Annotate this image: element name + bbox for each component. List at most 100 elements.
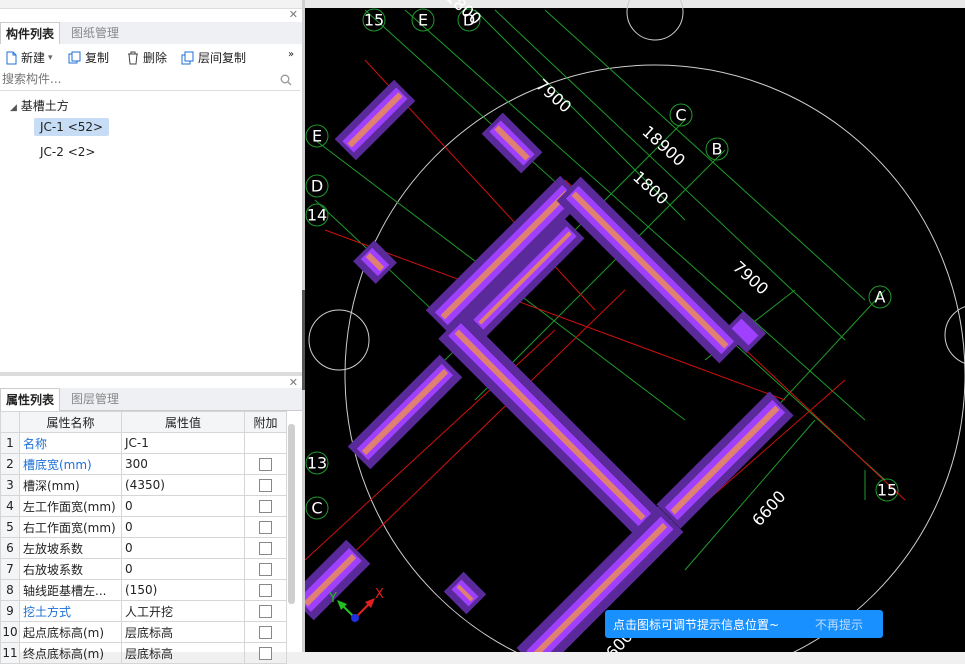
property-value[interactable]: 300	[121, 453, 245, 475]
axis-label-b: B	[712, 140, 723, 159]
axis-label-d-left: D	[311, 177, 323, 196]
property-name: 右放坡系数	[19, 558, 122, 580]
component-toolbar: 新建 ▾ 复制 删除 层间复制 »	[0, 44, 302, 70]
delete-button[interactable]: 删除	[126, 49, 167, 66]
property-value[interactable]: 0	[121, 516, 245, 538]
tab-property-list[interactable]: 属性列表	[0, 388, 61, 411]
new-button[interactable]: 新建 ▾	[4, 49, 53, 66]
panel-splitter[interactable]	[0, 372, 302, 376]
row-index: 11	[0, 642, 20, 664]
extra-cell	[244, 642, 287, 664]
copy-label: 复制	[85, 51, 110, 65]
search-icon[interactable]	[280, 74, 292, 86]
table-row[interactable]: 8 轴线距基槽左... (150)	[0, 579, 287, 601]
table-row[interactable]: 6 左放坡系数 0	[0, 537, 287, 559]
close-icon[interactable]: ✕	[289, 8, 298, 21]
extra-checkbox[interactable]	[259, 647, 272, 660]
extra-cell	[244, 516, 287, 538]
copy-button[interactable]: 复制	[68, 49, 109, 66]
table-row[interactable]: 11 终点底标高(m) 层底标高	[0, 642, 287, 664]
table-row[interactable]: 1 名称 JC-1	[0, 432, 287, 454]
property-name: 左放坡系数	[19, 537, 122, 559]
dimension-1800: 1800	[629, 167, 672, 208]
table-row[interactable]: 10 起点底标高(m) 层底标高	[0, 621, 287, 643]
row-index: 1	[0, 432, 20, 454]
axis-lines-red	[305, 59, 906, 601]
dimension-7900-top: 7900	[532, 75, 575, 116]
dimension-7900-right: 7900	[729, 257, 772, 298]
row-index: 7	[0, 558, 20, 580]
property-name: 轴线距基槽左...	[19, 579, 122, 601]
extra-cell	[244, 432, 287, 454]
component-tabs: 构件列表 图纸管理	[0, 22, 302, 45]
new-file-icon	[6, 51, 17, 64]
property-value[interactable]: 0	[121, 558, 245, 580]
extra-checkbox[interactable]	[259, 605, 272, 618]
dropdown-arrow-icon[interactable]: ▾	[48, 53, 53, 63]
table-row[interactable]: 9 挖土方式 人工开挖	[0, 600, 287, 622]
property-name: 槽深(mm)	[19, 474, 122, 496]
property-scrollbar[interactable]	[288, 424, 295, 604]
tree-item-jc1[interactable]: JC-1 <52>	[34, 118, 110, 136]
extra-cell	[244, 621, 287, 643]
search-input[interactable]	[0, 70, 274, 88]
tree-item-jc2[interactable]: JC-2 <2>	[40, 145, 95, 159]
tree-group[interactable]: ◢ 基槽土方	[10, 97, 69, 114]
property-value[interactable]: (4350)	[121, 474, 245, 496]
axis-label-15-top: 15	[364, 11, 384, 30]
triangle-down-icon[interactable]: ◢	[10, 103, 17, 113]
new-label: 新建	[21, 51, 46, 65]
left-panel: ✕ 构件列表 图纸管理 新建 ▾ 复制 删除 层间复制 » ◢	[0, 0, 302, 664]
property-name: 起点底标高(m)	[19, 621, 122, 643]
cad-canvas[interactable]: 15 E D C B A E D 14 13 C 15 7900 18900 1…	[305, 0, 965, 652]
trench-shapes	[305, 79, 794, 652]
property-tabs: 属性列表 图层管理	[0, 388, 302, 411]
property-value[interactable]: 0	[121, 537, 245, 559]
property-name: 左工作面宽(mm)	[19, 495, 122, 517]
extra-checkbox[interactable]	[259, 479, 272, 492]
extra-cell	[244, 474, 287, 496]
tab-drawing-manage[interactable]: 图纸管理	[66, 22, 124, 44]
property-value[interactable]: 层底标高	[121, 621, 245, 643]
axis-label-a: A	[875, 288, 886, 307]
row-index: 4	[0, 495, 20, 517]
table-row[interactable]: 2 槽底宽(mm) 300	[0, 453, 287, 475]
axis-label-e-top: E	[418, 11, 428, 30]
property-value[interactable]: 层底标高	[121, 642, 245, 664]
extra-checkbox[interactable]	[259, 584, 272, 597]
extra-cell	[244, 558, 287, 580]
extra-checkbox[interactable]	[259, 563, 272, 576]
tab-layer-manage[interactable]: 图层管理	[66, 388, 124, 410]
dimension-6600: 6600	[748, 487, 789, 530]
property-value[interactable]: JC-1	[121, 432, 245, 454]
tab-component-list[interactable]: 构件列表	[0, 22, 61, 45]
row-index: 3	[0, 474, 20, 496]
hint-toast[interactable]: 点击图标可调节提示信息位置~ 不再提示	[605, 610, 883, 638]
row-index: 5	[0, 516, 20, 538]
extra-cell	[244, 537, 287, 559]
table-row[interactable]: 4 左工作面宽(mm) 0	[0, 495, 287, 517]
extra-checkbox[interactable]	[259, 542, 272, 555]
property-value[interactable]: 人工开挖	[121, 600, 245, 622]
row-index: 2	[0, 453, 20, 475]
cad-drawing[interactable]: 15 E D C B A E D 14 13 C 15 7900 18900 1…	[305, 0, 965, 652]
floor-copy-button[interactable]: 层间复制	[181, 49, 246, 66]
property-value[interactable]: (150)	[121, 579, 245, 601]
ucs-icon: Y X	[328, 587, 384, 622]
table-row[interactable]: 5 右工作面宽(mm) 0	[0, 516, 287, 538]
property-name: 挖土方式	[19, 600, 122, 622]
property-value[interactable]: 0	[121, 495, 245, 517]
property-table: 属性名称 属性值 附加 1 名称 JC-1 2 槽底宽(mm) 300 3 槽深(mm) (43…	[0, 411, 287, 664]
table-row[interactable]: 7 右放坡系数 0	[0, 558, 287, 580]
extra-checkbox[interactable]	[259, 626, 272, 639]
extra-checkbox[interactable]	[259, 458, 272, 471]
axis-label-c-left: C	[311, 499, 322, 518]
extra-checkbox[interactable]	[259, 500, 272, 513]
table-row[interactable]: 3 槽深(mm) (4350)	[0, 474, 287, 496]
dismiss-hint-button[interactable]: 不再提示	[815, 616, 863, 633]
copy-icon	[68, 51, 81, 63]
ucs-x-label: X	[375, 587, 384, 602]
extra-checkbox[interactable]	[259, 521, 272, 534]
more-tools-button[interactable]: »	[288, 49, 294, 60]
extra-cell	[244, 495, 287, 517]
